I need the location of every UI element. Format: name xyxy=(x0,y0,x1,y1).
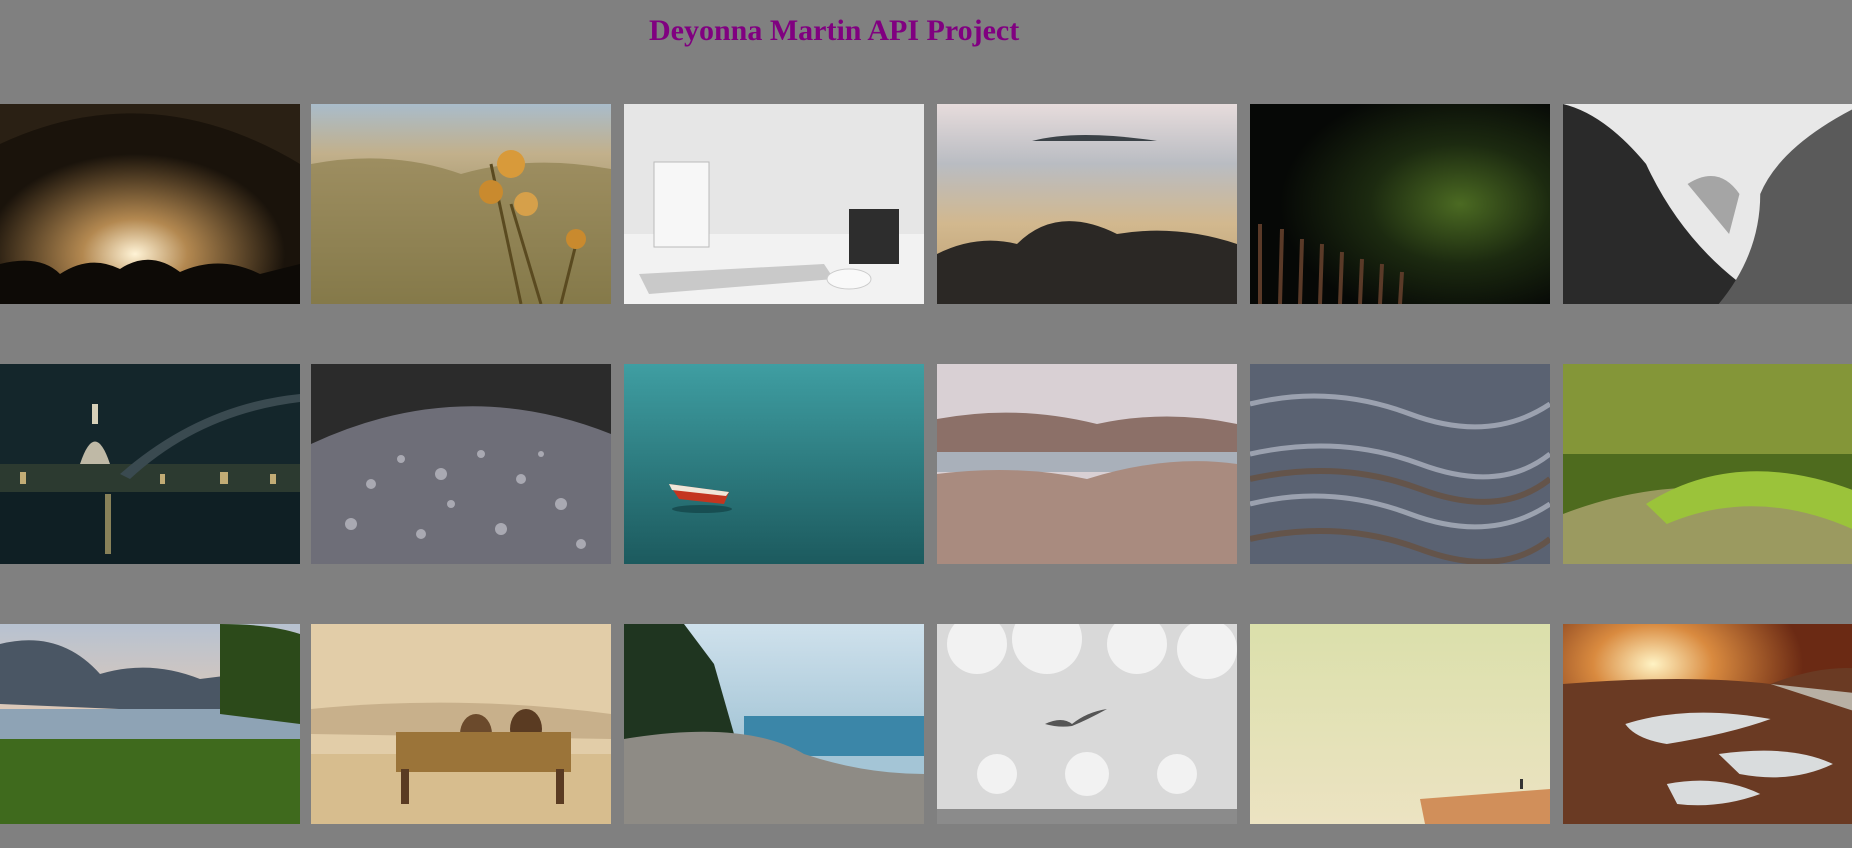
gallery-photo-lake-dry-grass[interactable] xyxy=(937,364,1237,564)
gallery-photo-laptop-desk[interactable] xyxy=(624,104,924,304)
gallery-photo-pale-yellow-horizon[interactable] xyxy=(1250,624,1550,824)
gallery-photo-lake-mountains-reeds[interactable] xyxy=(0,624,300,824)
gallery-photo-green-forest-moss[interactable] xyxy=(1563,364,1852,564)
gallery-photo-flowing-water[interactable] xyxy=(1250,364,1550,564)
gallery-photo-couple-on-bench[interactable] xyxy=(311,624,611,824)
gallery-photo-red-boat-teal-sea[interactable] xyxy=(624,364,924,564)
gallery-photo-seagull-cloudy-sky[interactable] xyxy=(937,624,1237,824)
gallery-photo-sunset-road-puddles[interactable] xyxy=(1563,624,1852,824)
gallery-photo-thistle-valley[interactable] xyxy=(311,104,611,304)
page-title: Deyonna Martin API Project xyxy=(649,14,1020,47)
gallery-photo-pebble-shore[interactable] xyxy=(624,624,924,824)
gallery-photo-misty-mountains[interactable] xyxy=(1563,104,1852,304)
gallery-photo-night-sky-fence[interactable] xyxy=(1250,104,1550,304)
gallery-photo-rocky-beach[interactable] xyxy=(937,104,1237,304)
gallery-photo-city-night-river[interactable] xyxy=(0,364,300,564)
gallery-photo-water-droplets[interactable] xyxy=(311,364,611,564)
gallery-photo-concert-crowd[interactable] xyxy=(0,104,300,304)
